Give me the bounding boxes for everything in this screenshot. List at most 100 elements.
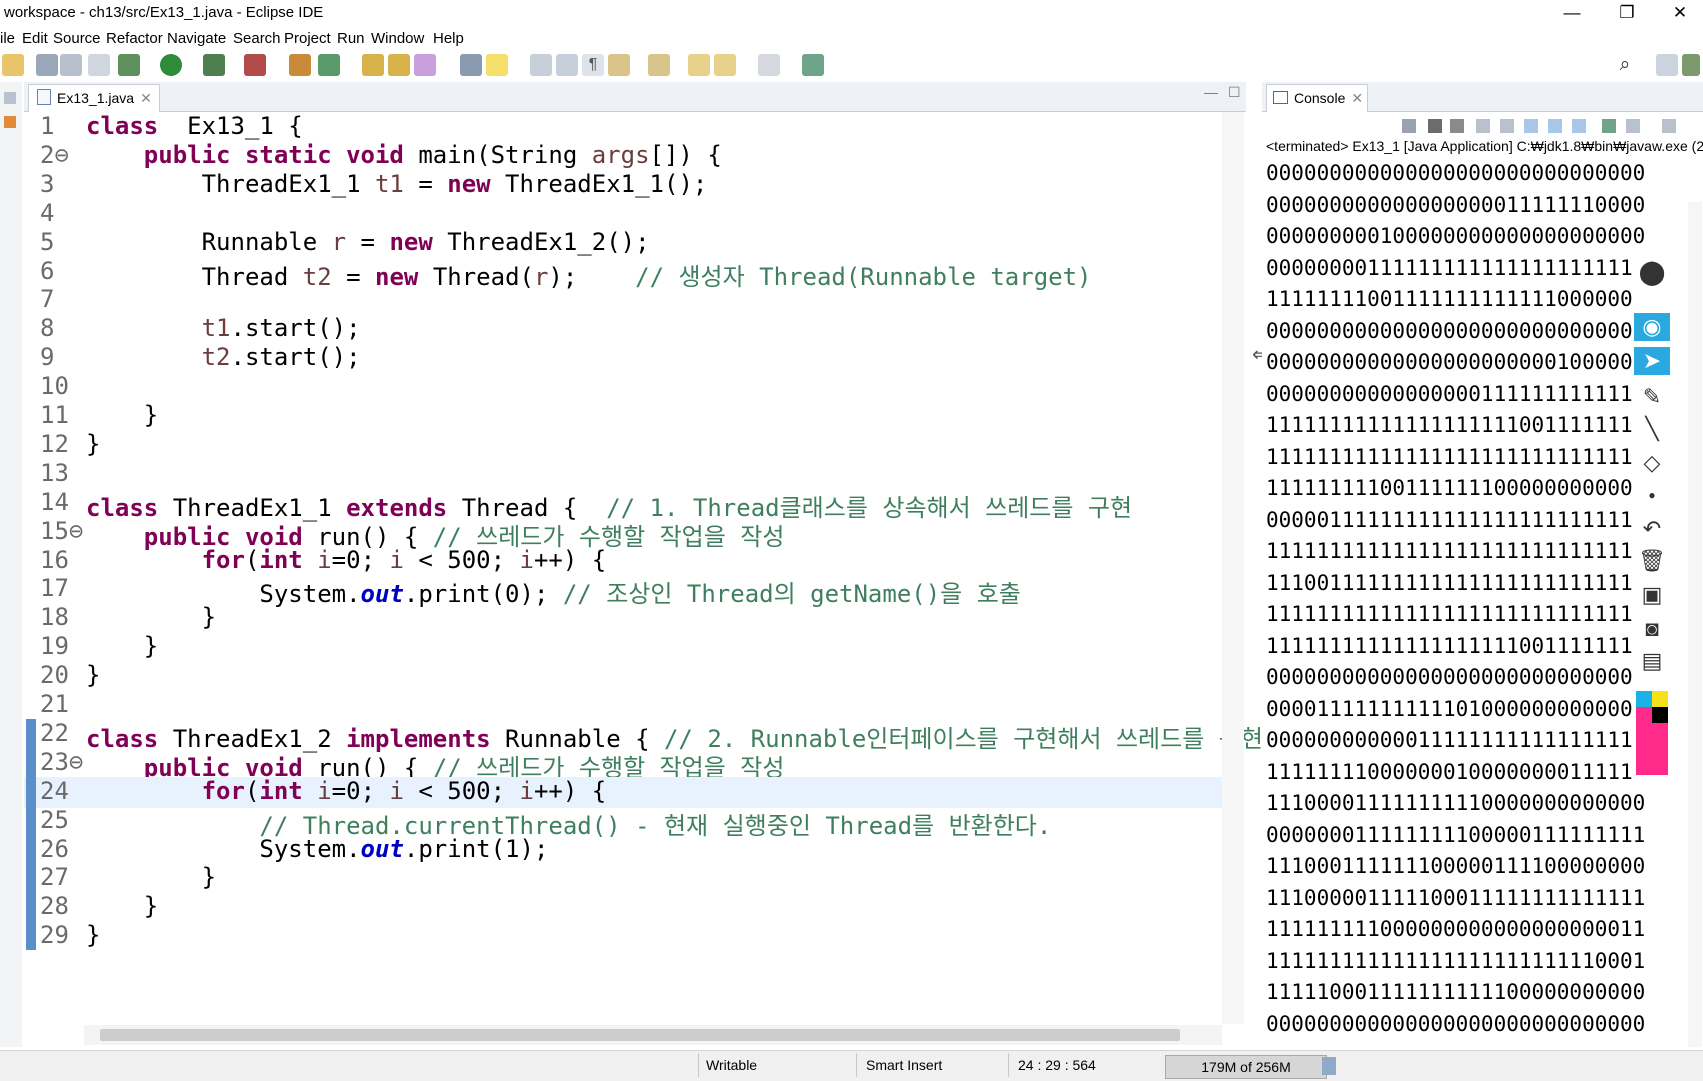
minimize-view-icon[interactable]: — — [1204, 84, 1218, 100]
open-perspective-icon[interactable] — [1656, 54, 1678, 76]
search-tool-icon[interactable] — [414, 54, 436, 76]
run-icon[interactable] — [160, 54, 182, 76]
tab-ex13-1-java[interactable]: Ex13_1.java ✕ — [28, 84, 160, 112]
menu-refactor[interactable]: Refactor — [106, 30, 163, 47]
menu-edit[interactable]: Edit — [22, 30, 48, 47]
code-line[interactable]: 4 — [24, 199, 1222, 230]
last-edit-icon[interactable] — [688, 54, 710, 76]
menu-source[interactable]: Source — [53, 30, 101, 47]
pin-editor-icon[interactable] — [802, 54, 824, 76]
tab-console[interactable]: Console ✕ — [1266, 84, 1368, 112]
code-line[interactable]: 8 t1.start(); — [24, 314, 1222, 345]
horizontal-scrollbar[interactable] — [84, 1025, 1222, 1045]
code-line[interactable]: 25 // Thread.currentThread() - 현재 실행중인 T… — [24, 806, 1222, 840]
code-line[interactable]: 27 } — [24, 863, 1222, 894]
block-selection-icon[interactable] — [556, 54, 578, 76]
scrollbar-thumb[interactable] — [100, 1029, 1180, 1041]
undo-icon[interactable]: ↶ — [1638, 515, 1666, 543]
debug-icon[interactable] — [118, 54, 140, 76]
java-perspective-icon[interactable] — [1682, 54, 1700, 76]
terminate-icon[interactable] — [1402, 119, 1416, 133]
cursor-arrow-icon[interactable]: ➤ — [1634, 347, 1670, 375]
code-line[interactable]: 21 — [24, 690, 1222, 721]
code-line[interactable]: 29} — [24, 921, 1222, 952]
code-line[interactable]: 15⊖ public void run() { // 쓰레드가 수행할 작업을 … — [24, 517, 1222, 551]
display-console-icon[interactable] — [1626, 119, 1640, 133]
color-magenta-swatch[interactable] — [1636, 707, 1652, 723]
whiteboard-icon[interactable]: ▣ — [1638, 581, 1666, 609]
prev-annotation-icon[interactable] — [648, 54, 670, 76]
show-whitespace-icon[interactable]: ¶ — [582, 54, 604, 76]
code-line[interactable]: 19 } — [24, 632, 1222, 663]
code-line[interactable]: 9 t2.start(); — [24, 343, 1222, 374]
vertical-scrollbar[interactable] — [1222, 112, 1244, 1024]
new-icon[interactable] — [2, 54, 24, 76]
new-class-icon[interactable] — [318, 54, 340, 76]
menu-project[interactable]: Project — [284, 30, 331, 47]
menu-file[interactable]: ile — [0, 30, 15, 47]
restore-button[interactable]: ❐ — [1602, 0, 1652, 27]
code-line[interactable]: 1 class Ex13_1 { — [24, 112, 1222, 143]
code-line[interactable]: 24 for(int i=0; i < 500; i++) { — [24, 776, 1222, 808]
forward-icon[interactable] — [758, 54, 780, 76]
camera-icon[interactable]: ◙ — [1638, 615, 1666, 643]
new-java-project-icon[interactable] — [289, 54, 311, 76]
menu-search[interactable]: Search — [233, 30, 281, 47]
code-line[interactable]: 11 } — [24, 401, 1222, 432]
pen-tip-icon[interactable]: ⬤ — [1638, 259, 1666, 287]
close-button[interactable]: ✕ — [1655, 0, 1703, 27]
pen-icon[interactable]: ✎ — [1638, 383, 1666, 411]
code-line[interactable]: 17 System.out.print(0); // 조상인 Thread의 g… — [24, 574, 1222, 608]
line-icon[interactable]: ╲ — [1638, 415, 1666, 443]
heap-status[interactable]: 179M of 256M — [1165, 1055, 1327, 1079]
trash-icon[interactable]: 🗑 — [1638, 547, 1666, 575]
open-console-icon[interactable] — [1662, 119, 1676, 133]
coverage-icon[interactable] — [203, 54, 225, 76]
code-line[interactable]: 14 class ThreadEx1_1 extends Thread { // … — [24, 488, 1222, 522]
color-cyan-swatch[interactable] — [1636, 691, 1652, 707]
save-icon[interactable] — [36, 54, 58, 76]
remove-all-icon[interactable] — [1450, 119, 1464, 133]
dot-size-icon[interactable]: ● — [1638, 481, 1666, 509]
open-folder-icon[interactable] — [388, 54, 410, 76]
back-icon[interactable] — [714, 54, 736, 76]
close-console-icon[interactable]: ✕ — [1351, 90, 1363, 106]
toggle-highlight-icon[interactable] — [460, 54, 482, 76]
console-output[interactable]: 000000000000000000000000000000 0000000000… — [1266, 158, 1645, 1040]
code-line[interactable]: 18 } — [24, 603, 1222, 634]
close-tab-icon[interactable]: ✕ — [140, 90, 152, 106]
garbage-collect-icon[interactable] — [1322, 1057, 1336, 1075]
scroll-lock-icon[interactable] — [1500, 119, 1514, 133]
console-scrollbar[interactable] — [1688, 202, 1702, 1047]
open-type-icon[interactable] — [362, 54, 384, 76]
eraser-icon[interactable]: ◇ — [1638, 449, 1666, 477]
external-tools-icon[interactable] — [244, 54, 266, 76]
menu-run[interactable]: Run — [337, 30, 365, 47]
show-on-error-icon[interactable] — [1572, 119, 1586, 133]
mark-occurrences-icon[interactable] — [486, 54, 508, 76]
code-line[interactable]: 28 } — [24, 892, 1222, 923]
skip-breakpoints-icon[interactable] — [88, 54, 110, 76]
maximize-view-icon[interactable]: ☐ — [1228, 84, 1241, 101]
word-wrap-console-icon[interactable] — [1524, 119, 1538, 133]
restore-view-icon[interactable] — [4, 92, 16, 104]
word-wrap-icon[interactable] — [530, 54, 552, 76]
code-line[interactable]: 20} — [24, 661, 1222, 692]
minimize-button[interactable]: — — [1547, 0, 1597, 27]
code-line[interactable]: 23⊖ public void run() { // 쓰레드가 수행할 작업을 … — [24, 748, 1222, 782]
code-line[interactable]: 13 — [24, 459, 1222, 490]
current-color-swatch[interactable] — [1636, 723, 1668, 775]
code-line[interactable]: 7 — [24, 285, 1222, 316]
pin-console-icon[interactable] — [1602, 119, 1616, 133]
next-annotation-icon[interactable] — [608, 54, 630, 76]
code-line[interactable]: 3 ThreadEx1_1 t1 = new ThreadEx1_1(); — [24, 170, 1222, 201]
color-black-swatch[interactable] — [1652, 707, 1668, 723]
code-line[interactable]: 12} — [24, 430, 1222, 461]
code-line[interactable]: 26 System.out.print(1); — [24, 835, 1222, 866]
search-icon[interactable]: ⌕ — [1614, 54, 1636, 76]
code-line[interactable]: 10 — [24, 372, 1222, 403]
color-yellow-swatch[interactable] — [1652, 691, 1668, 707]
menu-navigate[interactable]: Navigate — [167, 30, 226, 47]
code-line[interactable]: 2⊖ public static void main(String args[]… — [24, 141, 1222, 172]
code-line[interactable]: 16 for(int i=0; i < 500; i++) { — [24, 546, 1222, 577]
